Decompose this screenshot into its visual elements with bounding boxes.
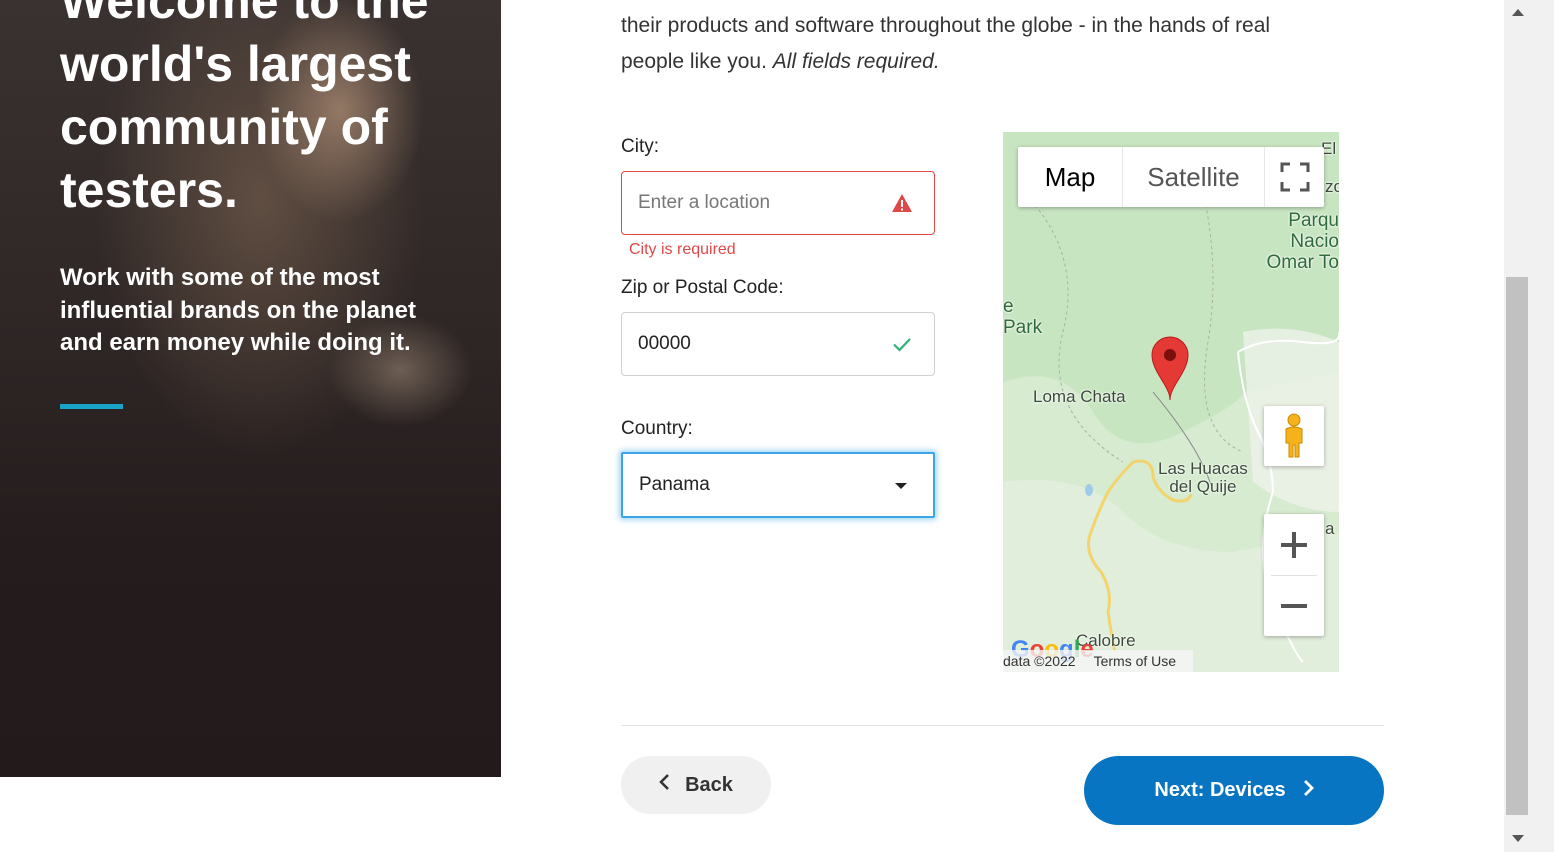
hero-panel: Welcome to the world's largest community… [0,0,501,777]
zip-value: 00000 [638,333,691,354]
city-error-message: City is required [629,241,736,258]
map-terms-link[interactable]: Terms of Use [1094,653,1176,669]
warning-icon [890,191,914,215]
street-view-pegman-icon[interactable] [1264,406,1324,466]
check-icon [890,332,914,356]
form-divider [621,725,1384,726]
location-marker-icon[interactable] [1150,336,1190,407]
map-label-park-right: Parqu Nacio Omar To [1266,210,1339,273]
zoom-in-icon[interactable] [1264,515,1324,575]
map-type-toggle: Map Satellite [1018,147,1324,207]
zoom-controls [1264,514,1324,636]
map-label-las-huacas: Las Huacas del Quije [1158,459,1248,496]
hero-heading: Welcome to the world's largest community… [60,0,429,218]
city-input[interactable]: Enter a location [621,171,935,235]
country-label: Country: [621,418,693,439]
intro-line-1: their products and software throughout t… [621,14,1271,37]
fullscreen-icon[interactable] [1264,147,1324,207]
map-type-map-button[interactable]: Map [1018,147,1122,207]
city-placeholder: Enter a location [638,192,771,213]
next-devices-button[interactable]: Next: Devices [1084,756,1384,825]
required-note: All fields required. [772,50,940,73]
scroll-down-arrow-icon[interactable] [1512,835,1524,842]
zip-label: Zip or Postal Code: [621,277,784,298]
hero-subtext: Work with some of the most influential b… [60,264,417,356]
page-scrollbar[interactable] [1504,0,1554,852]
country-selected-value: Panama [639,474,710,495]
next-button-label: Next: Devices [1154,779,1286,801]
map-label-loma-chata: Loma Chata [1033,387,1126,406]
map-label-top-partial-2: zo [1325,177,1339,196]
back-button-label: Back [685,773,733,796]
intro-line-2-text: people like you. [621,50,767,73]
location-map[interactable]: El I zo Parqu Nacio Omar To e Park Loma … [1003,132,1339,672]
map-data-credit: data ©2022 [1003,653,1076,669]
city-label: City: [621,136,659,157]
chevron-left-icon [659,773,671,797]
map-label-park-left: e Park [1003,296,1043,338]
chevron-right-icon [1302,779,1314,803]
map-attribution: data ©2022 Terms of Use [1003,650,1193,672]
back-button[interactable]: Back [621,756,771,814]
intro-line-2: people like you. All fields required. [621,44,1391,80]
scrollbar-thumb[interactable] [1506,277,1528,815]
country-select[interactable]: Panama [621,452,935,518]
intro-text: their products and software throughout t… [621,8,1391,80]
zoom-out-icon[interactable] [1264,576,1324,636]
zip-input[interactable]: 00000 [621,312,935,376]
caret-down-icon [889,473,913,497]
map-label-right-partial: a [1325,519,1335,538]
hero-accent-bar [60,404,123,409]
map-type-satellite-button[interactable]: Satellite [1122,147,1264,207]
scroll-up-arrow-icon[interactable] [1512,9,1524,16]
